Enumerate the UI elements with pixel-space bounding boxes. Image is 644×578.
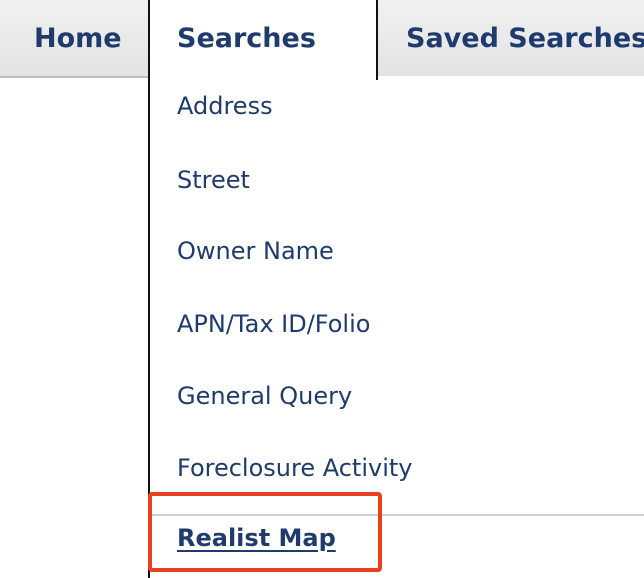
searches-dropdown-menu: Address Street Owner Name APN/Tax ID/Fol… bbox=[148, 76, 644, 578]
screenshot-canvas: Home Searches Saved Searches Address Str… bbox=[0, 0, 644, 578]
tab-saved-searches[interactable]: Saved Searches bbox=[378, 0, 644, 78]
menu-divider bbox=[150, 514, 644, 516]
menu-item-general-query[interactable]: General Query bbox=[177, 376, 352, 416]
menu-item-foreclosure-activity[interactable]: Foreclosure Activity bbox=[177, 448, 413, 488]
tab-searches[interactable]: Searches bbox=[148, 0, 378, 80]
menu-item-street[interactable]: Street bbox=[177, 160, 250, 200]
menu-item-address[interactable]: Address bbox=[177, 86, 273, 126]
menu-item-apn-tax-id-folio[interactable]: APN/Tax ID/Folio bbox=[177, 304, 370, 344]
menu-item-realist-map[interactable]: Realist Map bbox=[177, 518, 336, 558]
tab-home[interactable]: Home bbox=[0, 0, 148, 78]
menu-item-owner-name[interactable]: Owner Name bbox=[177, 231, 334, 271]
top-nav-tabs: Home Searches Saved Searches bbox=[0, 0, 644, 80]
